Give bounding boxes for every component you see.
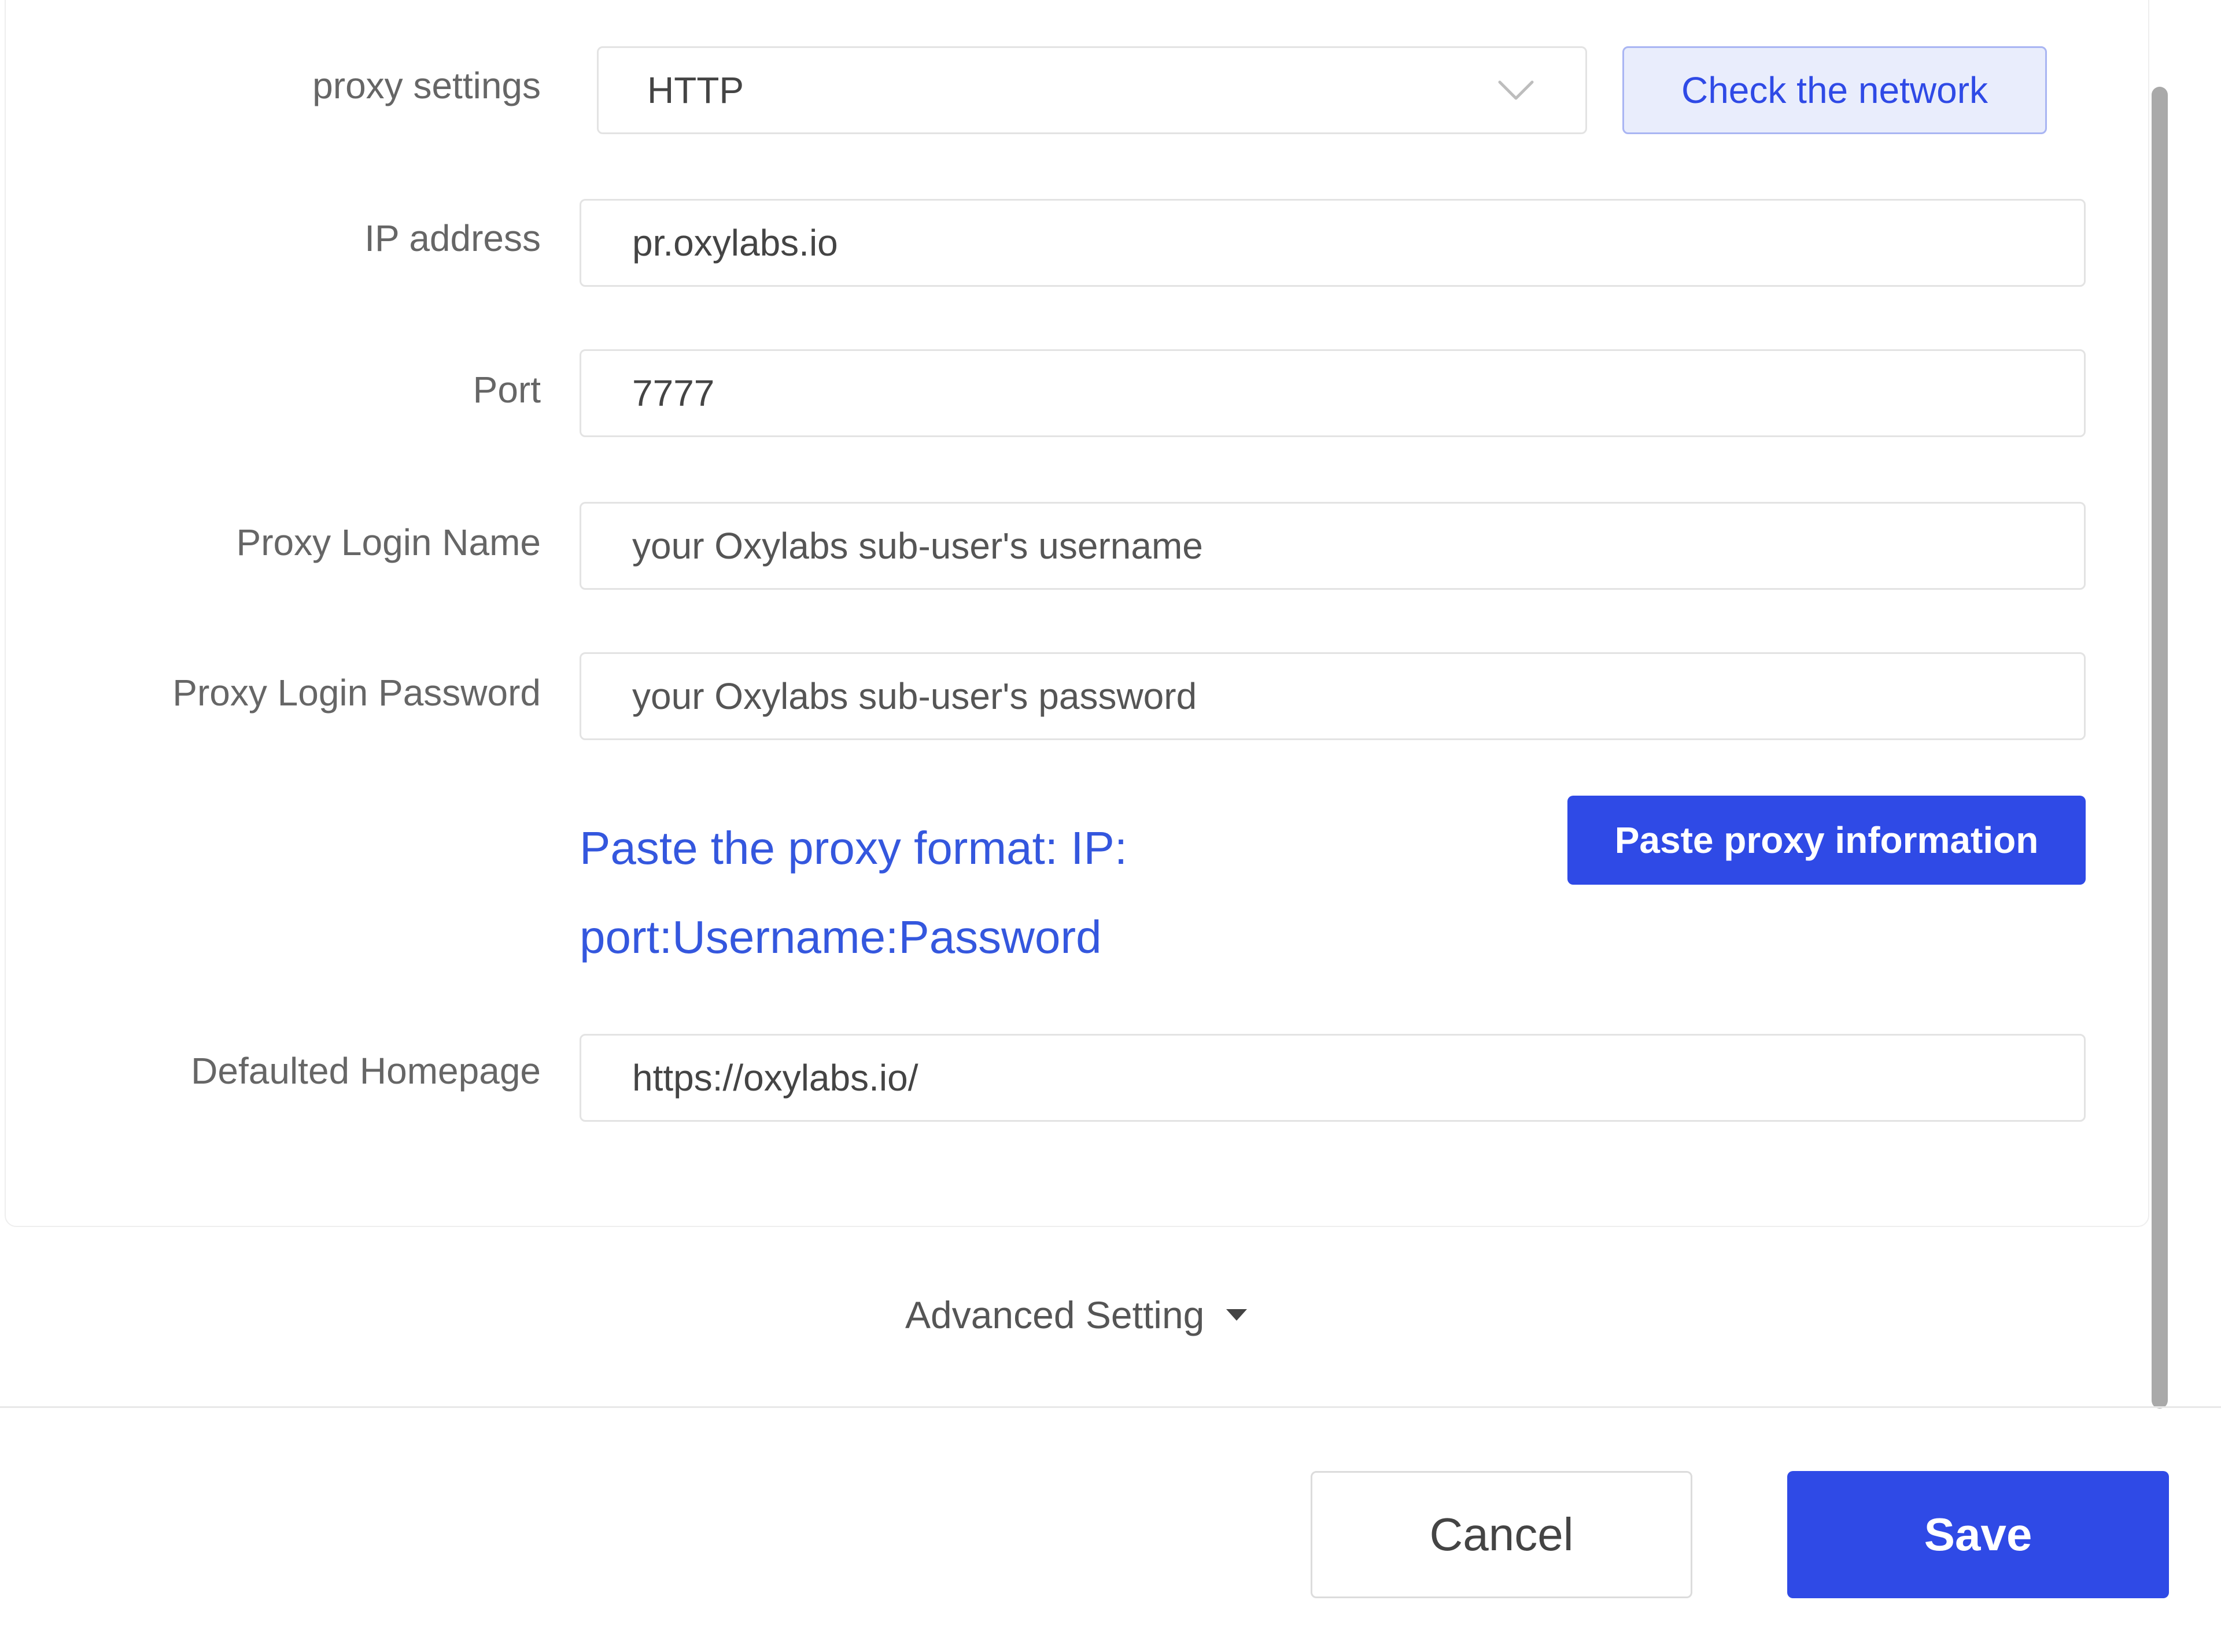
advanced-setting-label: Advanced Setting [905,1293,1205,1336]
login-name-input[interactable] [580,502,2086,590]
proxy-type-value: HTTP [647,69,744,111]
scrollbar-thumb[interactable] [2152,87,2168,1409]
caret-down-icon [1226,1309,1248,1321]
paste-format-hint: Paste the proxy format: IP: port:Usernam… [580,822,1128,963]
login-name-label: Proxy Login Name [236,522,541,563]
ip-address-label: IP address [364,217,541,259]
footer-divider [0,1406,2221,1408]
port-label: Port [473,369,541,411]
homepage-input[interactable] [580,1034,2086,1122]
paste-proxy-button[interactable]: Paste proxy information [1567,796,2086,885]
login-password-input[interactable] [580,652,2086,740]
homepage-label: Defaulted Homepage [191,1050,541,1092]
proxy-type-select[interactable]: HTTP [597,46,1587,134]
cancel-button[interactable]: Cancel [1311,1471,1692,1598]
ip-address-input[interactable] [580,199,2086,287]
port-input[interactable] [580,349,2086,437]
login-password-label: Proxy Login Password [172,672,541,714]
check-network-button[interactable]: Check the network [1622,46,2047,134]
save-button[interactable]: Save [1787,1471,2169,1598]
chevron-down-icon [1498,80,1534,100]
proxy-settings-label: proxy settings [312,65,541,106]
advanced-setting-toggle[interactable]: Advanced Setting [905,1293,1248,1337]
